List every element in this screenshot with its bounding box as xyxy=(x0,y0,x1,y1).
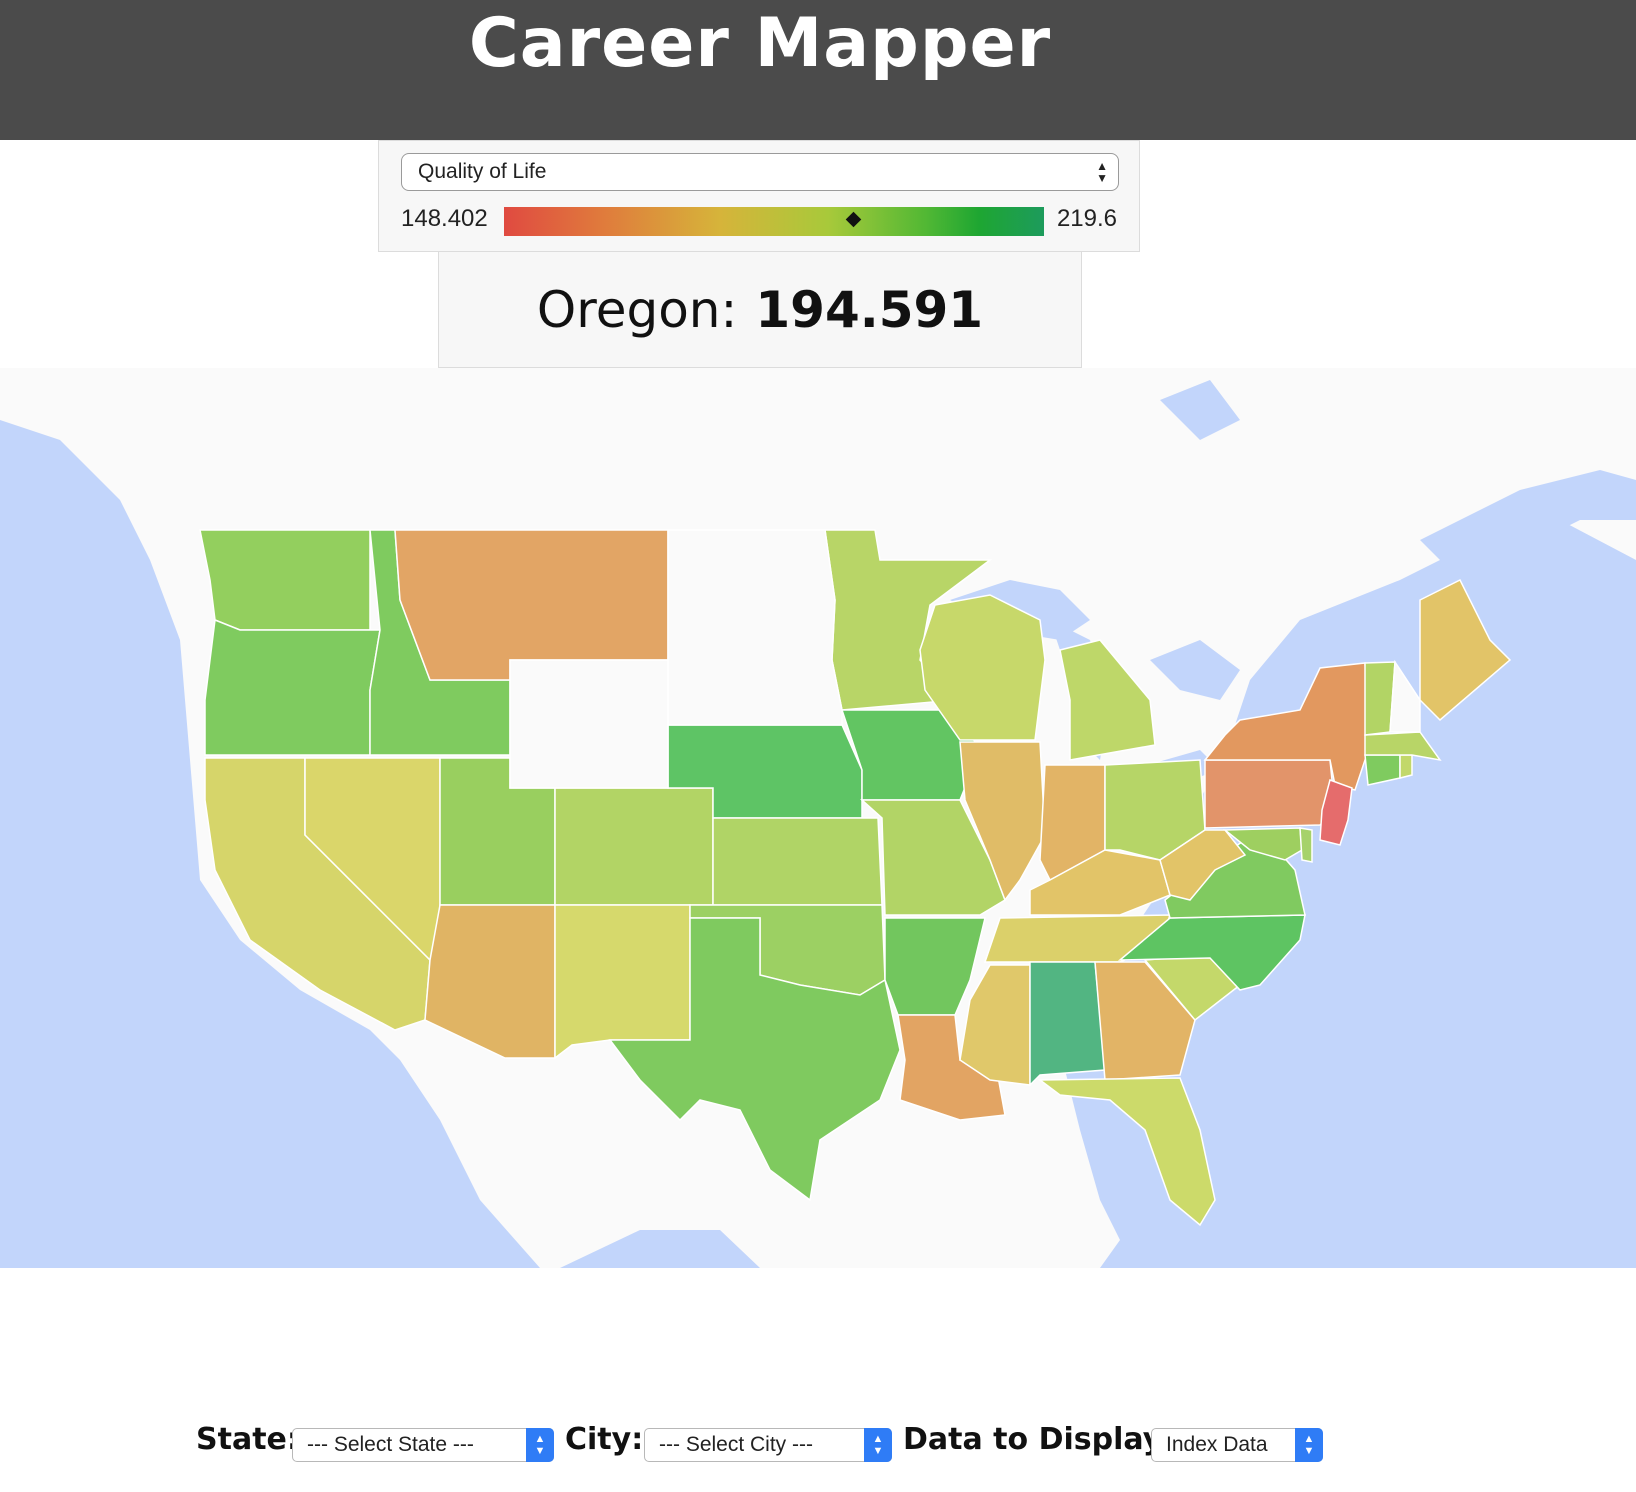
map-svg[interactable] xyxy=(0,368,1636,1268)
state-delaware[interactable] xyxy=(1299,827,1313,863)
metric-select-value: Quality of Life xyxy=(418,160,547,183)
state-new-mexico[interactable] xyxy=(554,904,691,1060)
state-colorado[interactable] xyxy=(554,787,714,906)
state-washington[interactable] xyxy=(199,529,371,631)
state-montana[interactable] xyxy=(394,529,669,681)
state-maine[interactable] xyxy=(1419,578,1512,722)
readout-state-name: Oregon: xyxy=(536,281,738,339)
scale-max-label: 219.6 xyxy=(1056,205,1117,232)
app-title: Career Mapper xyxy=(468,4,1052,83)
metric-select[interactable]: Quality of Life ▲ ▼ xyxy=(401,153,1119,191)
state-readout: Oregon: 194.591 xyxy=(438,252,1082,368)
state-select-value: --- Select State --- xyxy=(307,1433,474,1456)
map[interactable] xyxy=(0,368,1636,1268)
app-header: Career Mapper xyxy=(0,0,1636,140)
state-connecticut[interactable] xyxy=(1364,754,1401,786)
city-select[interactable]: --- Select City --- ▲ ▼ xyxy=(644,1428,892,1462)
city-filter-label: City: xyxy=(565,1422,644,1457)
state-kansas[interactable] xyxy=(712,817,883,906)
state-rhode-island[interactable] xyxy=(1399,754,1413,779)
city-select-arrows-icon: ▲ ▼ xyxy=(864,1428,892,1462)
state-pennsylvania[interactable] xyxy=(1204,759,1336,829)
data-display-select-value: Index Data xyxy=(1166,1433,1268,1456)
scale-marker xyxy=(846,211,862,228)
scale-min-label: 148.402 xyxy=(401,205,488,232)
select-arrows-icon: ▲ ▼ xyxy=(1096,159,1108,185)
filter-bar: State: --- Select State --- ▲ ▼ City: ---… xyxy=(0,1420,1636,1470)
data-display-label: Data to Display: xyxy=(903,1422,1175,1457)
state-dakotas[interactable] xyxy=(667,529,843,726)
state-alabama[interactable] xyxy=(1029,961,1106,1087)
legend-panel: Quality of Life ▲ ▼ 148.402 219.6 xyxy=(378,140,1140,252)
state-wyoming[interactable] xyxy=(509,659,669,789)
city-select-value: --- Select City --- xyxy=(659,1433,813,1456)
data-display-select[interactable]: Index Data ▲ ▼ xyxy=(1151,1428,1323,1462)
state-select[interactable]: --- Select State --- ▲ ▼ xyxy=(292,1428,554,1462)
readout-value: 194.591 xyxy=(755,281,984,339)
color-scale-bar xyxy=(504,207,1044,236)
state-select-arrows-icon: ▲ ▼ xyxy=(526,1428,554,1462)
state-filter-label: State: xyxy=(196,1422,299,1457)
data-select-arrows-icon: ▲ ▼ xyxy=(1295,1428,1323,1462)
state-oregon[interactable] xyxy=(204,618,381,756)
state-new-hampshire[interactable] xyxy=(1389,659,1421,733)
